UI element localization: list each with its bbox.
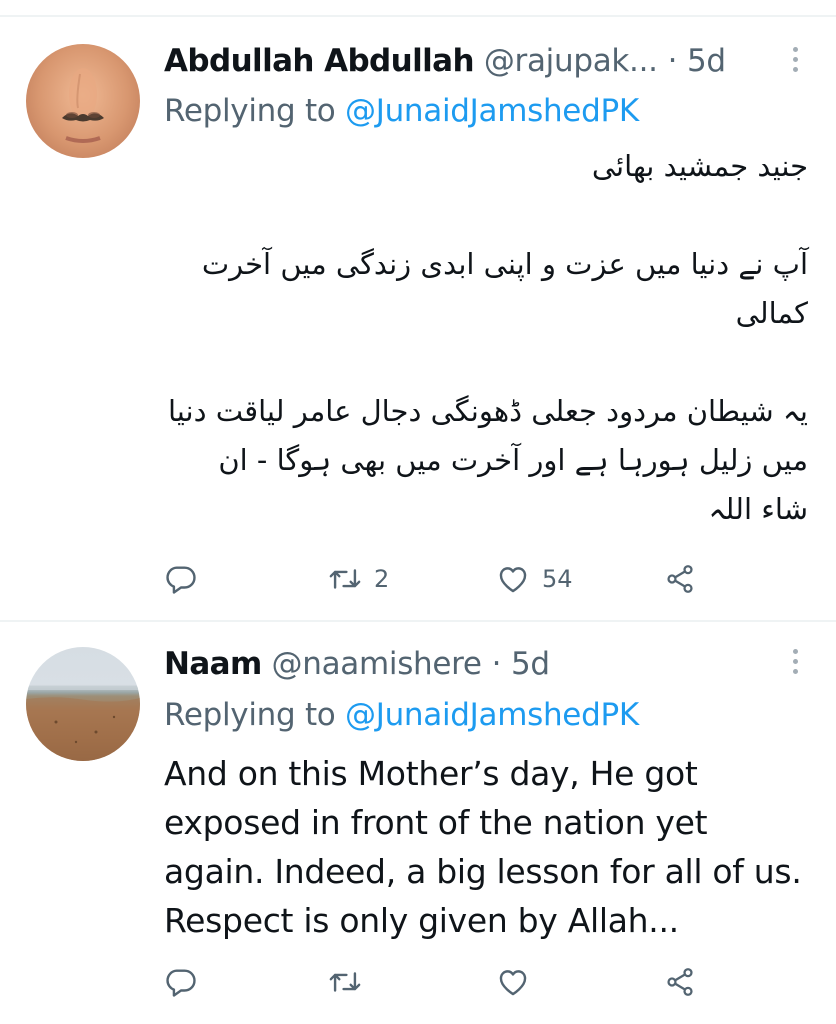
- retweet-count: 2: [374, 565, 390, 593]
- tweet-text: جنید جمشید بھائی آپ نے دنیا میں عزت و اپ…: [164, 142, 808, 534]
- user-handle[interactable]: @naamishere: [272, 646, 482, 682]
- like-button[interactable]: [496, 962, 542, 1002]
- avatar-face-image: [62, 68, 104, 143]
- share-button[interactable]: [664, 559, 696, 599]
- reply-button[interactable]: [164, 962, 198, 1002]
- display-name[interactable]: Abdullah Abdullah: [164, 43, 475, 79]
- tweet-text: And on this Mother’s day, He got exposed…: [164, 749, 824, 945]
- tweet-reply[interactable]: Abdullah Abdullah @rajupak... · 5d Reply…: [0, 17, 836, 620]
- tweet-line: exposed in front of the nation yet: [164, 803, 708, 842]
- separator-dot: ·: [491, 646, 502, 682]
- like-button[interactable]: 54: [496, 559, 573, 599]
- replying-to: Replying to @JunaidJamshedPK: [164, 695, 639, 735]
- avatar[interactable]: [26, 647, 140, 761]
- more-options-icon[interactable]: [790, 649, 800, 679]
- tweet-actions: 2 54: [160, 559, 780, 599]
- reply-button[interactable]: [164, 559, 198, 599]
- tweet-actions: [160, 962, 780, 1002]
- avatar-beach-image: [26, 687, 140, 761]
- tweet-line: again. Indeed, a big lesson for all of u…: [164, 852, 802, 891]
- like-count: 54: [542, 565, 573, 593]
- tweet-time[interactable]: 5d: [687, 43, 726, 79]
- heart-icon: [499, 970, 527, 996]
- retweet-icon: [329, 569, 361, 589]
- avatar[interactable]: [26, 44, 140, 158]
- tweet-line: Respect is only given by Allah...: [164, 901, 679, 940]
- replying-prefix: Replying to: [164, 697, 336, 733]
- share-icon: [667, 565, 693, 593]
- share-button[interactable]: [664, 962, 696, 1002]
- tweet-paragraph: آپ نے دنیا میں عزت و اپنی ابدی زندگی میں…: [201, 247, 808, 330]
- tweet-paragraph: جنید جمشید بھائی: [591, 149, 808, 183]
- replying-handle-link[interactable]: @JunaidJamshedPK: [345, 93, 639, 129]
- retweet-button[interactable]: 2: [328, 559, 389, 599]
- user-handle[interactable]: @rajupak...: [484, 43, 658, 79]
- retweet-icon: [329, 972, 361, 992]
- heart-icon: [499, 567, 527, 593]
- tweet-line: And on this Mother’s day, He got: [164, 754, 698, 793]
- replying-handle-link[interactable]: @JunaidJamshedPK: [345, 697, 639, 733]
- retweet-button[interactable]: [328, 962, 374, 1002]
- tweet-header: Naam @naamishere · 5d: [164, 644, 550, 684]
- tweet-time[interactable]: 5d: [511, 646, 550, 682]
- tweet-reply[interactable]: Naam @naamishere · 5d Replying to @Junai…: [0, 622, 836, 1024]
- reply-icon: [166, 566, 196, 594]
- replying-prefix: Replying to: [164, 93, 336, 129]
- more-options-icon[interactable]: [790, 47, 800, 77]
- replying-to: Replying to @JunaidJamshedPK: [164, 91, 639, 131]
- separator-dot: ·: [667, 43, 678, 79]
- tweet-paragraph: یہ شیطان مردود جعلی ڈھونگی دجال عامر لیا…: [167, 394, 808, 526]
- share-icon: [667, 968, 693, 996]
- reply-icon: [166, 969, 196, 997]
- display-name[interactable]: Naam: [164, 646, 262, 682]
- tweet-header: Abdullah Abdullah @rajupak... · 5d: [164, 41, 726, 81]
